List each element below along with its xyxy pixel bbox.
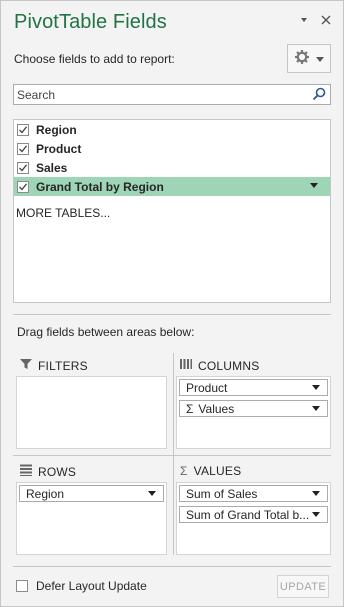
field-label: Product bbox=[36, 141, 82, 156]
field-list-settings-button[interactable] bbox=[287, 44, 331, 73]
gear-icon bbox=[294, 49, 310, 68]
pivottable-fields-pane: PivotTable Fields Choose fields to add t… bbox=[0, 0, 344, 607]
chevron-down-icon[interactable] bbox=[148, 491, 156, 496]
rows-area-header: ROWS bbox=[20, 464, 76, 479]
area-field-label: Region bbox=[26, 486, 65, 501]
field-list: Region Product Sales Grand Total by Regi… bbox=[13, 119, 331, 303]
columns-icon bbox=[180, 358, 192, 373]
search-box bbox=[13, 84, 331, 105]
chevron-down-icon[interactable] bbox=[312, 512, 320, 517]
columns-area-header: COLUMNS bbox=[180, 358, 259, 373]
defer-layout-update[interactable]: Defer Layout Update bbox=[16, 579, 147, 593]
more-tables-link[interactable]: MORE TABLES... bbox=[16, 206, 110, 220]
rows-icon bbox=[20, 464, 32, 479]
filters-drop-zone[interactable] bbox=[16, 376, 167, 449]
filters-area-header: FILTERS bbox=[20, 358, 88, 373]
columns-field-values[interactable]: Σ Values bbox=[179, 400, 328, 417]
values-area-header: Σ VALUES bbox=[180, 464, 241, 478]
checkbox-checked[interactable] bbox=[17, 123, 29, 136]
values-field-sum-of-sales[interactable]: Sum of Sales bbox=[179, 485, 328, 502]
filters-label: FILTERS bbox=[38, 358, 88, 373]
checkbox-checked[interactable] bbox=[17, 180, 29, 193]
values-drop-zone[interactable]: Sum of Sales Sum of Grand Total b... bbox=[176, 482, 331, 555]
columns-label: COLUMNS bbox=[198, 358, 260, 373]
field-label: Sales bbox=[36, 160, 68, 175]
pane-title: PivotTable Fields bbox=[14, 11, 167, 33]
pane-options-chevron-icon[interactable] bbox=[297, 13, 311, 27]
field-label: Grand Total by Region bbox=[36, 179, 164, 194]
field-item-sales[interactable]: Sales bbox=[14, 158, 330, 177]
update-button[interactable]: UPDATE bbox=[277, 575, 329, 598]
close-icon[interactable] bbox=[319, 13, 333, 27]
defer-checkbox[interactable] bbox=[16, 580, 28, 592]
chevron-down-icon bbox=[316, 52, 324, 66]
pane-controls bbox=[297, 13, 333, 27]
columns-field-product[interactable]: Product bbox=[179, 379, 328, 396]
area-field-label: Product bbox=[186, 380, 228, 395]
field-dropdown-icon[interactable] bbox=[310, 183, 318, 188]
chevron-down-icon[interactable] bbox=[312, 406, 320, 411]
values-label: VALUES bbox=[193, 464, 242, 478]
field-item-product[interactable]: Product bbox=[14, 139, 330, 158]
field-label: Region bbox=[36, 122, 77, 137]
drag-fields-label: Drag fields between areas below: bbox=[17, 325, 195, 339]
columns-drop-zone[interactable]: Product Σ Values bbox=[176, 376, 331, 449]
checkbox-checked[interactable] bbox=[17, 161, 29, 174]
sigma-icon: Σ bbox=[180, 464, 188, 478]
values-field-sum-of-grand-total[interactable]: Sum of Grand Total b... bbox=[179, 506, 328, 523]
area-field-label: Sum of Grand Total b... bbox=[186, 507, 310, 522]
sigma-icon: Σ bbox=[186, 401, 194, 416]
defer-label: Defer Layout Update bbox=[36, 579, 147, 593]
rows-drop-zone[interactable]: Region bbox=[16, 482, 167, 555]
choose-fields-label: Choose fields to add to report: bbox=[14, 52, 175, 66]
search-icon[interactable] bbox=[312, 87, 326, 101]
area-field-label: Values bbox=[198, 401, 235, 416]
chevron-down-icon[interactable] bbox=[312, 385, 320, 390]
field-item-grand-total-by-region[interactable]: Grand Total by Region bbox=[14, 177, 330, 196]
divider bbox=[13, 566, 331, 567]
area-field-label: Sum of Sales bbox=[186, 486, 258, 501]
area-divider bbox=[173, 353, 174, 555]
filter-icon bbox=[20, 358, 32, 373]
rows-label: ROWS bbox=[38, 464, 77, 479]
field-item-region[interactable]: Region bbox=[14, 120, 330, 139]
area-divider bbox=[13, 455, 331, 456]
search-input[interactable] bbox=[14, 85, 304, 104]
chevron-down-icon[interactable] bbox=[312, 491, 320, 496]
divider bbox=[13, 314, 331, 315]
checkbox-checked[interactable] bbox=[17, 142, 29, 155]
rows-field-region[interactable]: Region bbox=[19, 485, 164, 502]
